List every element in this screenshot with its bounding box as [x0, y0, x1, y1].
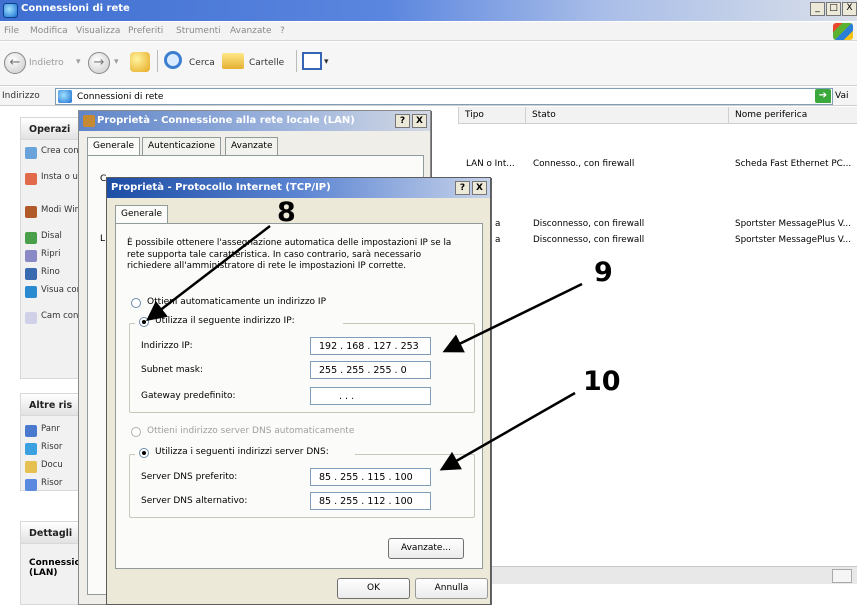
annotation-9: 9 — [594, 257, 613, 288]
arrow-8 — [146, 225, 271, 322]
arrow-9 — [442, 282, 583, 353]
annotation-8: 8 — [277, 197, 296, 228]
annotation-arrows — [146, 225, 583, 471]
annotation-10: 10 — [583, 366, 621, 397]
arrow-10 — [439, 391, 576, 471]
